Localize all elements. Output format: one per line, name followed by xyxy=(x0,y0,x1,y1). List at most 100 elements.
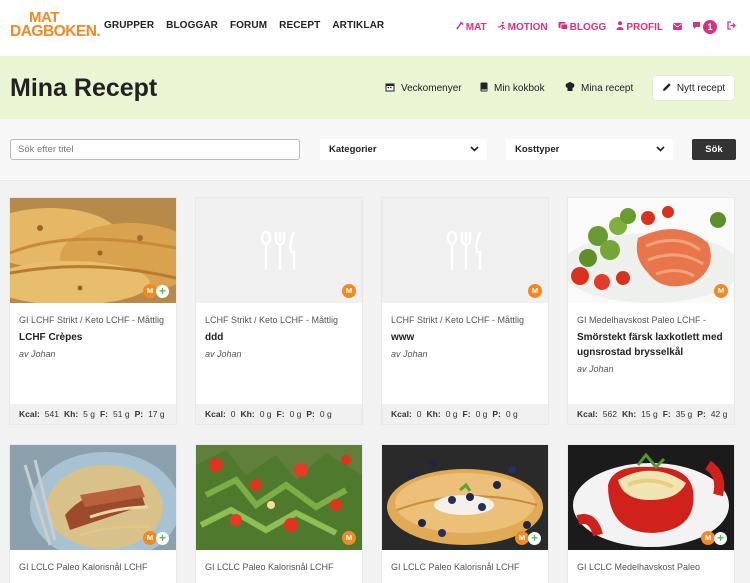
nav-motion[interactable]: MOTION xyxy=(497,21,548,34)
recipe-nutrition: Kcal: 562 Kh: 15 g F: 35 g P: 42 g xyxy=(568,404,734,424)
recipe-card[interactable]: M + GI LCHF Strikt / Keto LCHF - Måttlig… xyxy=(9,197,177,425)
weekly-menus-link[interactable]: Veckomenyer xyxy=(385,82,462,95)
protein-value: 42 g xyxy=(710,409,728,419)
recipe-card[interactable]: M + GI LCLC Medelhavskost Paleo xyxy=(567,444,735,583)
recipe-title[interactable]: www xyxy=(391,330,542,345)
nav-blogg-label: BLOGG xyxy=(569,21,607,33)
cutlery-icon xyxy=(260,230,296,270)
nav-profil-label: PROFIL xyxy=(626,21,663,33)
fat-value: 0 g xyxy=(289,409,302,419)
kh-label: Kh: xyxy=(240,409,255,419)
nav-blogg[interactable]: BLOGG xyxy=(558,21,607,33)
notification-badge: 1 xyxy=(703,20,717,34)
add-plus-icon[interactable]: + xyxy=(156,285,169,298)
recipe-image-salmon xyxy=(568,198,734,303)
recipe-title[interactable]: ddd xyxy=(205,330,356,345)
logout-icon[interactable] xyxy=(727,21,736,33)
nav-mat[interactable]: MAT xyxy=(455,21,487,33)
recipe-image-salad xyxy=(196,445,362,550)
recipe-category: LCHF Strikt / Keto LCHF - Måttlig xyxy=(391,315,525,325)
recipe-nutrition: Kcal: 0 Kh: 0 g F: 0 g P: 0 g xyxy=(382,404,548,424)
kh-label: Kh: xyxy=(621,409,637,419)
m-badge: M xyxy=(701,531,715,545)
add-plus-icon[interactable]: + xyxy=(156,532,169,545)
recipe-category: GI LCLC Paleo Kalorisnål LCHF xyxy=(391,562,520,572)
notifications[interactable]: 1 xyxy=(692,20,717,34)
recipe-nutrition: Kcal: 0 Kh: 0 g F: 0 g P: 0 g xyxy=(196,404,362,424)
recipe-card[interactable]: M LCHF Strikt / Keto LCHF - Måttlig www … xyxy=(381,197,549,425)
kcal-value: 541 xyxy=(44,409,59,419)
recipe-card[interactable]: M LCHF Strikt / Keto LCHF - Måttlig ddd … xyxy=(195,197,363,425)
recipe-card[interactable]: M GI Medelhavskost Paleo LCHF - Smörstek… xyxy=(567,197,735,425)
kcal-value: 0 xyxy=(230,409,236,419)
kcal-label: Kcal: xyxy=(19,409,40,419)
nav-link-forum[interactable]: FORUM xyxy=(230,20,267,31)
nav-motion-label: MOTION xyxy=(507,21,548,33)
user-nav: MAT MOTION BLOGG PROFIL 1 xyxy=(455,20,736,34)
recipe-author: av Johan xyxy=(19,349,56,359)
new-recipe-button[interactable]: Nytt recept xyxy=(653,76,734,100)
nav-profil[interactable]: PROFIL xyxy=(616,21,663,33)
user-icon xyxy=(616,21,624,33)
protein-label: P: xyxy=(492,409,501,419)
my-cookbook-link[interactable]: Min kokbok xyxy=(480,82,545,95)
m-badge: M xyxy=(342,531,356,545)
title-search-input[interactable] xyxy=(10,139,300,160)
logo-line-2: DAGBOKEN. xyxy=(10,23,101,40)
new-recipe-label: Nytt recept xyxy=(676,82,726,94)
add-plus-icon[interactable]: + xyxy=(528,532,541,545)
fork-icon xyxy=(455,21,464,33)
nav-link-artiklar[interactable]: ARTIKLAR xyxy=(332,20,384,31)
m-badge: M xyxy=(342,284,356,298)
mail-icon[interactable] xyxy=(673,22,682,33)
recipe-title[interactable]: LCHF Crèpes xyxy=(19,330,170,345)
kcal-label: Kcal: xyxy=(391,409,412,419)
pencil-icon xyxy=(662,82,672,95)
fat-label: F: xyxy=(662,409,671,419)
weekly-menus-label: Veckomenyer xyxy=(401,83,462,94)
recipe-card[interactable]: M + GI LCLC Paleo Kalorisnål LCHF xyxy=(9,444,177,583)
m-badge: M xyxy=(515,531,529,545)
nav-link-recept[interactable]: RECEPT xyxy=(279,20,320,31)
blog-icon xyxy=(558,21,568,33)
nav-mat-label: MAT xyxy=(465,21,487,33)
book-icon xyxy=(480,82,488,95)
my-cookbook-label: Min kokbok xyxy=(494,83,545,94)
category-select[interactable]: Kategorier xyxy=(320,139,487,160)
logo[interactable]: MAT DAGBOKEN. xyxy=(10,10,101,40)
m-badge: M xyxy=(714,284,728,298)
kcal-label: Kcal: xyxy=(577,409,598,419)
search-button[interactable]: Sök xyxy=(692,139,736,160)
recipe-image-placeholder xyxy=(196,198,362,303)
protein-label: P: xyxy=(697,409,706,419)
page-title: Mina Recept xyxy=(10,74,158,102)
chef-hat-icon xyxy=(565,82,575,95)
recipe-category: LCHF Strikt / Keto LCHF - Måttlig xyxy=(205,315,339,325)
protein-label: P: xyxy=(306,409,315,419)
fat-label: F: xyxy=(462,409,471,419)
kcal-value: 0 xyxy=(416,409,422,419)
protein-value: 0 g xyxy=(319,409,332,419)
chevron-down-icon xyxy=(470,144,479,155)
recipe-nutrition: Kcal: 541 Kh: 5 g F: 51 g P: 17 g xyxy=(10,404,176,424)
fat-value: 51 g xyxy=(113,409,130,419)
my-recipes-link[interactable]: Mina recept xyxy=(565,82,633,95)
recipe-category: GI LCLC Medelhavskost Paleo xyxy=(577,562,701,572)
recipe-card[interactable]: M + GI LCLC Paleo Kalorisnål LCHF xyxy=(381,444,549,583)
m-badge: M xyxy=(528,284,542,298)
fat-label: F: xyxy=(276,409,285,419)
kh-value: 5 g xyxy=(83,409,95,419)
add-plus-icon[interactable]: + xyxy=(714,532,727,545)
kcal-label: Kcal: xyxy=(205,409,226,419)
chevron-down-icon xyxy=(656,144,665,155)
nav-link-bloggar[interactable]: BLOGGAR xyxy=(166,20,218,31)
m-badge: M xyxy=(143,531,157,545)
diet-select-value: Kosttyper xyxy=(515,144,560,155)
recipe-image-placeholder xyxy=(382,198,548,303)
recipe-card[interactable]: M GI LCLC Paleo Kalorisnål LCHF xyxy=(195,444,363,583)
diet-select[interactable]: Kosttyper xyxy=(506,139,673,160)
fat-value: 35 g xyxy=(675,409,693,419)
nav-link-grupper[interactable]: GRUPPER xyxy=(104,20,154,31)
recipe-category: GI LCLC Paleo Kalorisnål LCHF xyxy=(19,562,148,572)
recipe-title[interactable]: Smörstekt färsk laxkotlett med ugnsrosta… xyxy=(577,330,728,360)
